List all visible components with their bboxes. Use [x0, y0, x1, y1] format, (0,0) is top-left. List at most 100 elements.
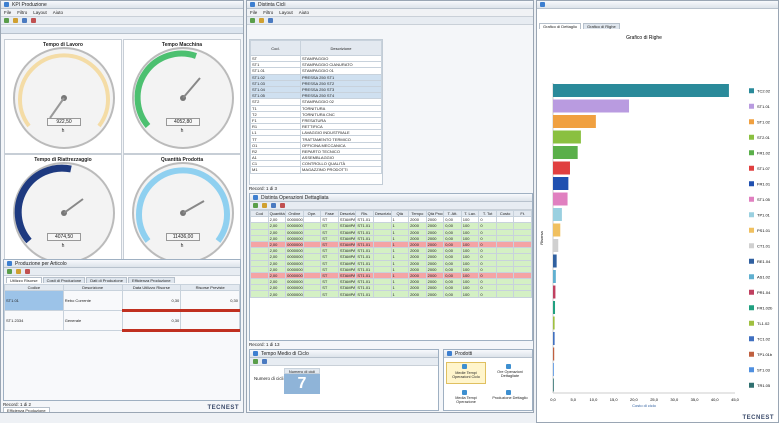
- app-icon: [7, 261, 12, 266]
- menu-filter[interactable]: Filtro: [17, 10, 27, 15]
- bar: [553, 254, 557, 268]
- tree-panel: Cod. Descrizione ST STAMPAGGIO ST1 STAMPAGGI…: [249, 39, 383, 185]
- legend-label: TL1.02: [757, 321, 770, 326]
- legend-swatch: [749, 336, 754, 342]
- legend-label: ST1.03: [757, 367, 771, 372]
- cell-planned: [180, 310, 240, 333]
- filter-icon[interactable]: [16, 269, 21, 274]
- legend-swatch: [749, 274, 754, 280]
- sub-title: Produzione per Articolo: [15, 260, 67, 267]
- tab-production-efficiency[interactable]: Efficienza Produzione: [127, 277, 175, 283]
- record-counter-top: Record: 1 di 3: [249, 186, 278, 191]
- legend-swatch: [749, 181, 754, 187]
- legend-swatch: [749, 305, 754, 311]
- grid-col-header[interactable]: Quantità: [267, 209, 287, 218]
- grid-cell: 000000078: [285, 265, 304, 273]
- grid-cell: STAMPAGGIO: [337, 240, 357, 249]
- filter-icon[interactable]: [262, 203, 267, 208]
- products-title: Prodotti: [455, 350, 473, 357]
- table-row[interactable]: ST1.01 Rebo Corrente 0,30 0,30: [4, 290, 240, 313]
- bar: [553, 146, 578, 159]
- menu-layout[interactable]: Layout: [279, 10, 293, 15]
- grid-cell: 0: [478, 290, 497, 298]
- kpi-window: KPI Produzione File Filtro Layout Aiuto …: [0, 0, 244, 413]
- export-icon[interactable]: [268, 18, 273, 23]
- legend-label: ST2.01: [757, 135, 771, 140]
- gauge-unit: h: [61, 128, 65, 134]
- refresh-icon[interactable]: [4, 18, 9, 23]
- grid-cell: 000000072: [285, 228, 304, 236]
- grid-cell: 2000: [425, 290, 445, 298]
- tab-production-costs[interactable]: Costi di Produzione: [42, 277, 86, 283]
- tree-row[interactable]: M1 MAGAZZINO PRODOTTI: [250, 166, 382, 174]
- legend-swatch: [749, 165, 754, 171]
- export-icon[interactable]: [22, 18, 27, 23]
- chart-window: Grafico di Dettaglio Grafico di Righe Gr…: [536, 0, 779, 423]
- gauge-value: 11436,00: [166, 233, 200, 241]
- window-title: Distinta Cicli: [258, 1, 286, 8]
- bar: [553, 239, 559, 252]
- legend-label: ST1.07: [757, 166, 771, 171]
- legend-swatch: [749, 196, 754, 202]
- refresh-icon[interactable]: [250, 18, 255, 23]
- delete-icon[interactable]: [280, 203, 285, 208]
- legend-label: TP1.01: [757, 212, 771, 217]
- grid-col-header[interactable]: Descrizione: [372, 209, 392, 218]
- filter-icon[interactable]: [13, 18, 18, 23]
- delete-icon[interactable]: [25, 269, 30, 274]
- cycles-label: Numero di cicli: [254, 376, 284, 381]
- refresh-icon[interactable]: [253, 359, 258, 364]
- grid-cell: [302, 290, 322, 298]
- grid-col-header[interactable]: Descrizione Fase: [337, 209, 357, 218]
- bar: [553, 99, 630, 113]
- x-tick-label: 20,0: [630, 397, 639, 402]
- bar: [553, 177, 569, 190]
- x-axis-label: Costo di ciclo: [632, 403, 657, 408]
- sub-toolbar: [4, 268, 240, 276]
- refresh-icon[interactable]: [7, 269, 12, 274]
- chart-title: Grafico di Righe: [626, 35, 662, 41]
- report-icon: [506, 390, 511, 395]
- table-row[interactable]: ST1.2334 Generale 0,30: [4, 310, 240, 333]
- col-desc[interactable]: Descrizione: [300, 40, 382, 56]
- avg-title-bar: Tempo Medio di Ciclo: [250, 350, 438, 358]
- tab-resource-use[interactable]: Utilizzo Risorse: [6, 277, 42, 283]
- grid-col-header[interactable]: Qtà Prod.: [425, 209, 445, 218]
- x-tick-label: 45,0: [731, 397, 740, 402]
- print-icon[interactable]: [31, 18, 36, 23]
- record-counter-grid: Record: 1 di 13: [249, 342, 280, 347]
- grid-cell: 000000079: [285, 271, 304, 280]
- menu-filter[interactable]: Filtro: [263, 10, 273, 15]
- refresh-icon[interactable]: [253, 203, 258, 208]
- x-tick-label: 30,0: [670, 397, 679, 402]
- menu-file[interactable]: File: [250, 10, 257, 15]
- menu-help[interactable]: Aiuto: [299, 10, 309, 15]
- menu-file[interactable]: File: [4, 10, 11, 15]
- tab-efficiency-bottom[interactable]: Efficienza Produzione: [3, 407, 50, 412]
- tab-rows-chart[interactable]: Grafico di Righe: [583, 23, 620, 29]
- tab-detail-chart[interactable]: Grafico di Dettaglio: [539, 23, 582, 29]
- bar: [553, 84, 729, 97]
- menu-help[interactable]: Aiuto: [53, 10, 63, 15]
- legend-swatch: [749, 212, 754, 218]
- bar: [553, 161, 570, 175]
- cell-use: 0,30: [121, 290, 182, 313]
- legend-label: TR1.05: [757, 383, 771, 388]
- col-code[interactable]: Cod.: [250, 40, 301, 56]
- filter-icon[interactable]: [259, 18, 264, 23]
- gauge-dial: [13, 162, 115, 264]
- grid-cell: [513, 290, 532, 298]
- tree-desc: MAGAZZINO PRODOTTI: [300, 166, 382, 174]
- legend-swatch: [749, 150, 754, 156]
- legend-swatch: [749, 351, 754, 357]
- tab-production-data[interactable]: Dati di Produzione: [86, 277, 127, 283]
- menu-layout[interactable]: Layout: [33, 10, 47, 15]
- legend-label: TC2.02: [757, 88, 771, 93]
- export-icon[interactable]: [262, 359, 267, 364]
- legend-label: ST1.02: [757, 119, 771, 124]
- bar: [553, 192, 568, 206]
- legend-label: FR1.01: [757, 181, 771, 186]
- table-row[interactable]: 2,00000000082STSTAMPAGGIOST1.01120002000…: [250, 290, 532, 298]
- grid-title-bar: Distinta Operazioni Dettagliata: [250, 194, 532, 202]
- export-icon[interactable]: [271, 203, 276, 208]
